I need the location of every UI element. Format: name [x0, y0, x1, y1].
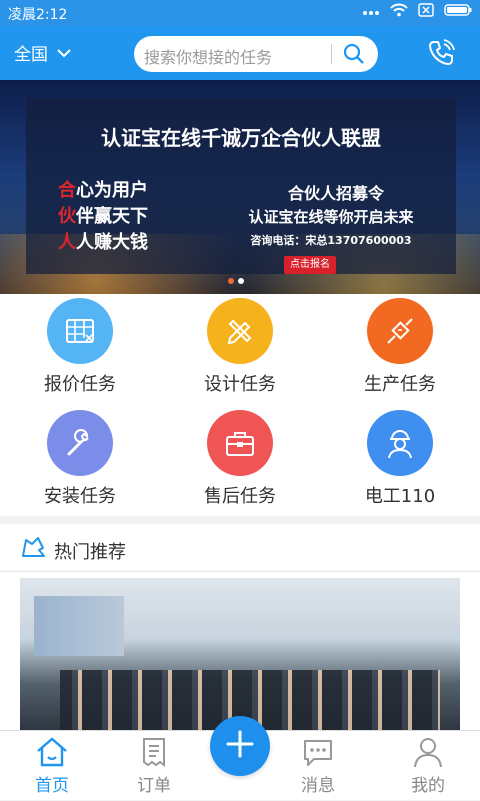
recommendation-photo[interactable]	[20, 578, 460, 730]
grid-item-label: 设计任务	[204, 374, 276, 395]
electrician-icon	[367, 410, 433, 476]
top-header: 全国 搜索你想接的任务	[0, 26, 480, 80]
grid-item-label: 售后任务	[204, 486, 276, 507]
plus-icon	[225, 729, 255, 763]
tab-label: 首页	[35, 776, 69, 796]
search-divider	[331, 44, 332, 64]
carousel-dot[interactable]	[228, 278, 234, 284]
grid-item-aftersale-task[interactable]: 售后任务	[160, 406, 320, 516]
recommendation-card[interactable]	[0, 572, 480, 730]
grid-item-label: 电工110	[364, 486, 436, 507]
tab-profile[interactable]: 我的	[380, 731, 476, 801]
recruit-title: 合伙人招募令	[287, 184, 384, 203]
status-bar: 凌晨2:12	[0, 0, 480, 26]
sim-icon	[418, 3, 434, 21]
promo-banner[interactable]: 认证宝在线千诚万企合伙人联盟 合心为用户 伙伴赢天下 人人赚大钱 合伙人招募令 …	[0, 80, 480, 294]
grid-item-quote-task[interactable]: 报价任务	[0, 294, 160, 404]
battery-icon	[444, 4, 472, 20]
message-icon	[300, 735, 336, 773]
home-icon	[34, 735, 70, 773]
carousel-dots	[228, 278, 244, 284]
grid-item-label: 安装任务	[44, 486, 116, 507]
tab-label: 我的	[411, 776, 445, 796]
order-icon	[136, 735, 172, 773]
profile-icon	[410, 735, 446, 773]
search-icon[interactable]	[343, 43, 365, 69]
photo-wall-board	[34, 596, 124, 656]
grid-item-install-task[interactable]: 安装任务	[0, 406, 160, 516]
slogan-line: 伙伴赢天下	[58, 206, 148, 227]
toolbox-icon	[207, 410, 273, 476]
wifi-icon	[390, 3, 408, 21]
region-selector[interactable]: 全国	[14, 40, 72, 65]
tab-messages[interactable]: 消息	[270, 731, 366, 801]
slogan-line: 合心为用户	[58, 180, 148, 201]
grid-item-design-task[interactable]: 设计任务	[160, 294, 320, 404]
carousel-dot[interactable]	[238, 278, 244, 284]
tab-orders[interactable]: 订单	[106, 731, 202, 801]
tab-label: 订单	[137, 776, 171, 796]
banner-title: 认证宝在线千诚万企合伙人联盟	[101, 126, 381, 150]
quote-icon	[47, 298, 113, 364]
tab-home[interactable]: 首页	[4, 731, 100, 801]
slogan-line: 人人赚大钱	[58, 232, 148, 253]
hot-section-title: 热门推荐	[54, 542, 126, 563]
chevron-down-icon	[56, 43, 72, 63]
banner-card: 认证宝在线千诚万企合伙人联盟 合心为用户 伙伴赢天下 人人赚大钱 合伙人招募令 …	[26, 98, 456, 274]
recruit-subtitle: 认证宝在线等你开启未来	[248, 208, 414, 226]
status-icons	[362, 3, 472, 21]
grid-item-production-task[interactable]: 生产任务	[320, 294, 480, 404]
grid-item-label: 生产任务	[364, 374, 436, 395]
grid-item-label: 报价任务	[44, 374, 116, 395]
status-time: 凌晨2:12	[8, 7, 68, 23]
signup-button[interactable]: 点击报名	[284, 256, 336, 274]
production-icon	[367, 298, 433, 364]
task-grid: 报价任务 设计任务 生产任务 安装任务 售后任务 电工110	[0, 294, 480, 516]
publish-button[interactable]	[210, 716, 270, 776]
recruit-phone: 咨询电话：宋总13707600003	[250, 234, 412, 247]
signal-dots-icon	[362, 4, 380, 20]
search-input[interactable]: 搜索你想接的任务	[144, 44, 272, 68]
phone-icon[interactable]	[426, 38, 456, 72]
design-icon	[207, 298, 273, 364]
region-label: 全国	[14, 45, 48, 65]
wrench-icon	[47, 410, 113, 476]
search-box[interactable]: 搜索你想接的任务	[134, 36, 378, 72]
tab-label: 消息	[301, 776, 335, 796]
hot-section-header: 热门推荐	[0, 524, 480, 572]
hot-icon	[20, 536, 46, 564]
grid-item-electrician-110[interactable]: 电工110	[320, 406, 480, 516]
